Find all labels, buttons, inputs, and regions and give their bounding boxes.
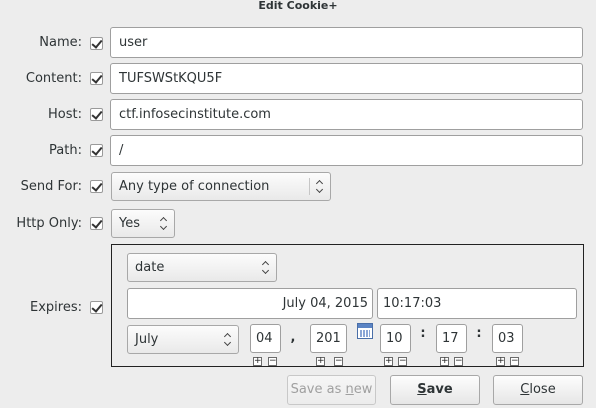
day-decrement-button[interactable]: −: [268, 357, 277, 366]
http-only-checkbox[interactable]: [90, 217, 103, 230]
host-input[interactable]: ctf.infosecinstitute.com: [110, 99, 583, 130]
hour-decrement-button[interactable]: −: [398, 357, 407, 366]
expires-minute-field[interactable]: 17: [436, 324, 467, 353]
close-mnemonic: C: [520, 382, 530, 397]
save-button[interactable]: Save: [390, 375, 480, 405]
expires-month-combo[interactable]: July: [127, 325, 239, 354]
expires-mode-value: date: [135, 260, 165, 275]
save-as-new-label: Save as: [290, 382, 346, 397]
close-button[interactable]: Close: [493, 375, 583, 405]
name-input[interactable]: user: [110, 27, 583, 58]
window-title: Edit Cookie+: [258, 0, 338, 12]
path-input[interactable]: /: [110, 135, 583, 166]
day-year-separator: ,: [290, 330, 296, 345]
host-checkbox[interactable]: [90, 108, 103, 121]
updown-arrows-icon: [160, 217, 168, 231]
path-label: Path:: [49, 143, 82, 158]
second-increment-button[interactable]: +: [496, 357, 505, 366]
path-checkbox[interactable]: [90, 144, 103, 157]
save-label: ave: [426, 382, 453, 397]
minute-increment-button[interactable]: +: [440, 357, 449, 366]
expires-month-value: July: [135, 332, 159, 347]
expires-hour-field[interactable]: 10: [380, 324, 411, 353]
expires-mode-combo[interactable]: date: [127, 253, 277, 282]
updown-arrows-icon: [224, 333, 232, 347]
save-as-new-mnemonic: n: [345, 382, 354, 397]
hour-minute-colon: :: [420, 326, 426, 341]
save-as-new-button[interactable]: Save as new: [287, 375, 376, 405]
updown-arrows-icon: [316, 180, 324, 194]
year-increment-button[interactable]: +: [316, 357, 325, 366]
expires-date-input[interactable]: July 04, 2015: [127, 288, 373, 319]
http-only-combo[interactable]: Yes: [111, 209, 175, 238]
http-only-label: Http Only:: [16, 216, 82, 231]
expires-second-field[interactable]: 03: [492, 324, 523, 353]
send-for-combo[interactable]: Any type of connection: [111, 172, 331, 201]
send-for-checkbox[interactable]: [90, 180, 103, 193]
minute-second-colon: :: [476, 326, 482, 341]
content-checkbox[interactable]: [90, 72, 103, 85]
minute-decrement-button[interactable]: −: [454, 357, 463, 366]
year-decrement-button[interactable]: −: [334, 357, 343, 366]
expires-year-field[interactable]: 201: [310, 324, 347, 353]
day-increment-button[interactable]: +: [253, 357, 262, 366]
send-for-value: Any type of connection: [119, 179, 270, 194]
expires-day-field[interactable]: 04: [250, 324, 281, 353]
send-for-label: Send For:: [20, 179, 82, 194]
updown-arrows-icon: [262, 261, 270, 275]
hour-increment-button[interactable]: +: [384, 357, 393, 366]
second-decrement-button[interactable]: −: [510, 357, 519, 366]
calendar-icon[interactable]: [357, 323, 373, 339]
http-only-value: Yes: [119, 216, 140, 231]
content-label: Content:: [25, 71, 82, 86]
content-input[interactable]: TUFSWStKQU5F: [110, 63, 583, 94]
host-label: Host:: [48, 107, 82, 122]
expires-time-input[interactable]: 10:17:03: [377, 288, 577, 319]
name-label: Name:: [39, 35, 82, 50]
expires-label: Expires:: [30, 300, 82, 315]
expires-checkbox[interactable]: [90, 301, 103, 314]
save-as-new-label-end: ew: [353, 382, 373, 397]
save-mnemonic: S: [417, 382, 427, 397]
close-label: lose: [529, 382, 556, 397]
name-checkbox[interactable]: [90, 37, 103, 50]
